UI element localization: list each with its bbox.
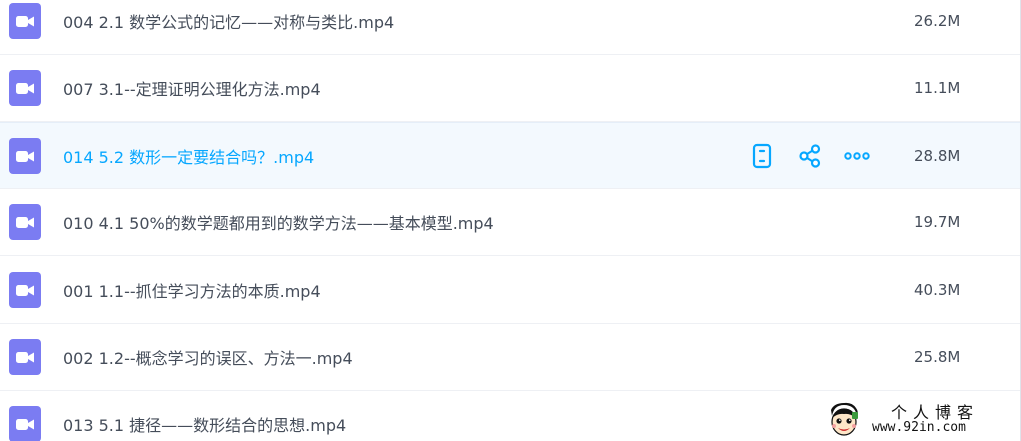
file-name[interactable]: 007 3.1--定理证明公理化方法.mp4	[63, 76, 321, 100]
file-name[interactable]: 010 4.1 50%的数学题都用到的数学方法——基本模型.mp4	[63, 210, 494, 234]
video-file-icon	[9, 272, 41, 308]
file-size: 28.8M	[914, 146, 961, 165]
list-item[interactable]: 002 1.2--概念学习的误区、方法一.mp4 25.8M	[0, 324, 1020, 391]
share-icon[interactable]	[797, 143, 823, 169]
file-name[interactable]: 004 2.1 数学公式的记忆——对称与类比.mp4	[63, 9, 394, 33]
file-name[interactable]: 002 1.2--概念学习的误区、方法一.mp4	[63, 345, 353, 369]
file-name[interactable]: 001 1.1--抓住学习方法的本质.mp4	[63, 278, 321, 302]
file-name[interactable]: 013 5.1 捷径——数形结合的思想.mp4	[63, 412, 346, 436]
file-name[interactable]: 014 5.2 数形一定要结合吗？.mp4	[63, 144, 314, 168]
video-file-icon	[9, 204, 41, 240]
file-size: 40.3M	[914, 281, 961, 299]
list-item[interactable]: 010 4.1 50%的数学题都用到的数学方法——基本模型.mp4 19.7M	[0, 189, 1020, 256]
video-file-icon	[9, 339, 41, 375]
file-size: 25.8M	[914, 348, 961, 366]
video-file-icon	[9, 70, 41, 106]
video-file-icon	[9, 137, 41, 174]
watermark-url: www.92in.com	[872, 420, 966, 435]
file-size: 26.2M	[914, 12, 961, 30]
list-item[interactable]: 014 5.2 数形一定要结合吗？.mp4 28.8M	[0, 122, 1020, 189]
list-item[interactable]: 007 3.1--定理证明公理化方法.mp4 11.1M	[0, 55, 1020, 122]
video-file-icon	[9, 406, 41, 441]
watermark: 个人博客 www.92in.com	[820, 398, 1020, 441]
mascot-face-icon	[831, 402, 858, 436]
file-size: 11.1M	[914, 79, 961, 97]
phone-icon[interactable]	[749, 143, 775, 169]
file-size: 19.7M	[914, 213, 961, 231]
list-item[interactable]: 004 2.1 数学公式的记忆——对称与类比.mp4 26.2M	[0, 0, 1020, 55]
video-file-icon	[9, 3, 41, 39]
list-item[interactable]: 001 1.1--抓住学习方法的本质.mp4 40.3M	[0, 257, 1020, 324]
more-icon[interactable]	[844, 143, 870, 169]
file-list: 004 2.1 数学公式的记忆——对称与类比.mp4 26.2M 007 3.1…	[0, 0, 1021, 441]
